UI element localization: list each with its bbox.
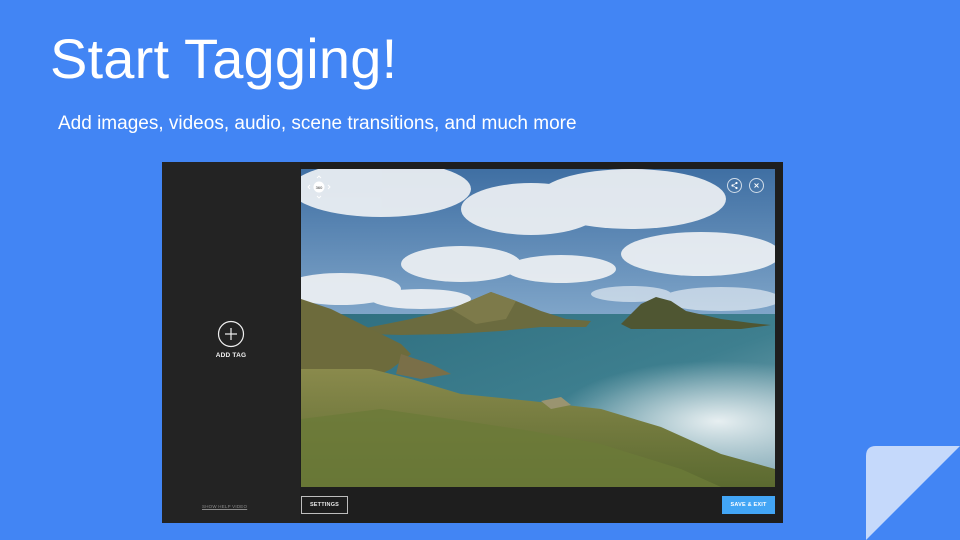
share-icon[interactable]: [727, 178, 742, 193]
add-tag-label: ADD TAG: [215, 352, 247, 359]
show-help-video-link[interactable]: SHOW HELP VIDEO: [202, 504, 247, 509]
bottom-toolbar: SETTINGS SAVE & EXIT: [301, 487, 783, 523]
tag-editor-window: ADD TAG SHOW HELP VIDEO 360 SETTINGS SAV…: [162, 162, 783, 523]
panorama-viewer[interactable]: 360: [301, 169, 775, 487]
close-icon[interactable]: [749, 178, 764, 193]
left-panel: ADD TAG SHOW HELP VIDEO: [162, 162, 300, 523]
save-exit-button[interactable]: SAVE & EXIT: [722, 496, 775, 514]
slide-subtitle: Add images, videos, audio, scene transit…: [58, 113, 577, 134]
close-glyph-icon: [754, 183, 759, 188]
add-tag-button[interactable]: ADD TAG: [198, 320, 264, 359]
page-corner-fold: [866, 446, 960, 540]
add-circle-icon: [217, 320, 245, 348]
compass-icon[interactable]: 360: [305, 173, 333, 201]
settings-button[interactable]: SETTINGS: [301, 496, 348, 514]
compass-label: 360: [316, 185, 323, 190]
panorama-image: [301, 169, 775, 487]
share-glyph-icon: [731, 181, 738, 190]
slide-title: Start Tagging!: [50, 27, 398, 90]
